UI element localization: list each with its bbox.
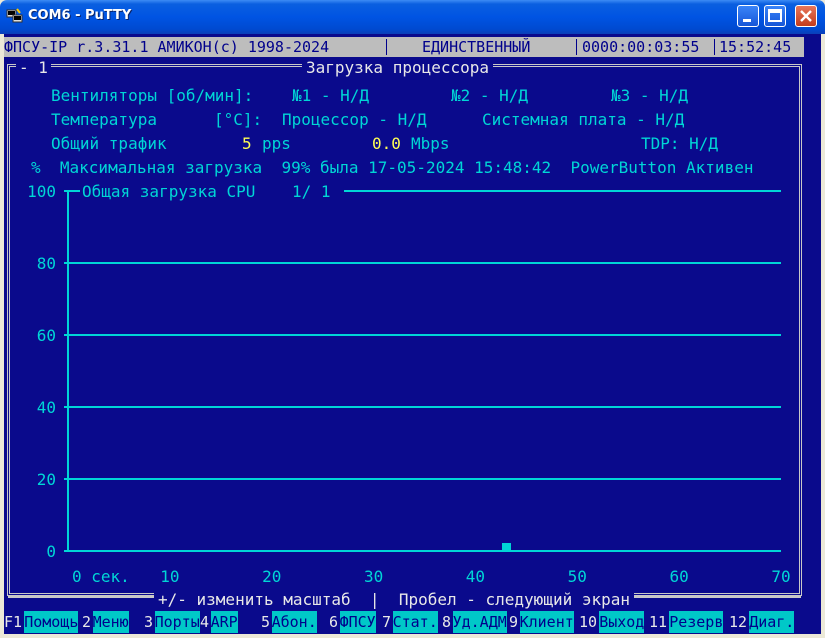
terminal[interactable]: ФПСУ-IP r.3.31.1 АМИКОН(с) 1998-2024 ЕДИ… bbox=[4, 34, 821, 634]
y-tick-label: 100 bbox=[27, 182, 56, 201]
putty-icon bbox=[6, 8, 23, 23]
fkey-number: 3 bbox=[144, 611, 154, 633]
x-tick-label: 0 сек. bbox=[72, 567, 130, 586]
x-tick-label: 40 bbox=[466, 567, 485, 586]
fkey-2-label[interactable]: Меню bbox=[92, 611, 129, 633]
y-tick-label: 20 bbox=[37, 470, 56, 489]
y-tick-label: 0 bbox=[46, 542, 56, 561]
x-tick-label: 70 bbox=[771, 567, 790, 586]
title-bar[interactable]: COM6 - PuTTY bbox=[0, 0, 825, 34]
fkey-12-label[interactable]: Диаг. bbox=[749, 611, 795, 633]
fkey-1-label[interactable]: Помощь bbox=[24, 611, 79, 633]
fkey-5-label[interactable]: Абон. bbox=[271, 611, 317, 633]
fkey-6-label[interactable]: ФПСУ bbox=[339, 611, 376, 633]
fkey-number: 4 bbox=[200, 611, 210, 633]
fkey-number: 8 bbox=[442, 611, 452, 633]
fkey-11-label[interactable]: Резерв bbox=[669, 611, 724, 633]
fkey-3-label[interactable]: Порты bbox=[154, 611, 200, 633]
minimize-button[interactable] bbox=[737, 5, 759, 27]
fkey-number: 6 bbox=[329, 611, 339, 633]
cpu-load-chart: 0 20 40 60 80 100 Общая загрузка CPU 1/ 1 0 сек.… bbox=[8, 182, 801, 598]
x-tick-label: 30 bbox=[364, 567, 383, 586]
function-key-bar: F1 Помощь 2 Меню 3 Порты 4 ARP 5 Абон. 6 ФПСУ 7 Стат.… bbox=[4, 611, 821, 633]
x-tick-label: 20 bbox=[262, 567, 281, 586]
fkey-number: 10 bbox=[579, 611, 598, 633]
fkey-8-label[interactable]: Уд.АДМ bbox=[452, 611, 507, 633]
fkey-number: 7 bbox=[382, 611, 392, 633]
x-tick-label: 60 bbox=[670, 567, 689, 586]
fkey-number: 9 bbox=[509, 611, 519, 633]
fkey-number: 2 bbox=[82, 611, 92, 633]
fkey-9-label[interactable]: Клиент bbox=[519, 611, 574, 633]
x-tick-label: 50 bbox=[568, 567, 587, 586]
fkey-4-label[interactable]: ARP bbox=[210, 611, 238, 633]
hint-line: +/- изменить масштаб | Пробел - следующи… bbox=[154, 589, 635, 611]
chart-page-indicator: 1/ 1 bbox=[292, 182, 331, 201]
fkey-10-label[interactable]: Выход bbox=[599, 611, 645, 633]
fkey-number: F1 bbox=[4, 611, 23, 633]
y-tick-label: 80 bbox=[37, 254, 56, 273]
close-button[interactable] bbox=[795, 5, 817, 27]
y-tick-label: 60 bbox=[37, 326, 56, 345]
chart-title: Общая загрузка CPU bbox=[82, 182, 255, 201]
y-tick-label: 40 bbox=[37, 398, 56, 417]
fkey-number: 12 bbox=[729, 611, 748, 633]
fkey-7-label[interactable]: Стат. bbox=[392, 611, 438, 633]
data-bar bbox=[501, 543, 511, 551]
maximize-button[interactable] bbox=[764, 5, 786, 27]
fkey-number: 11 bbox=[649, 611, 668, 633]
x-tick-label: 10 bbox=[160, 567, 179, 586]
fkey-number: 5 bbox=[261, 611, 271, 633]
window-title: COM6 - PuTTY bbox=[28, 8, 132, 23]
